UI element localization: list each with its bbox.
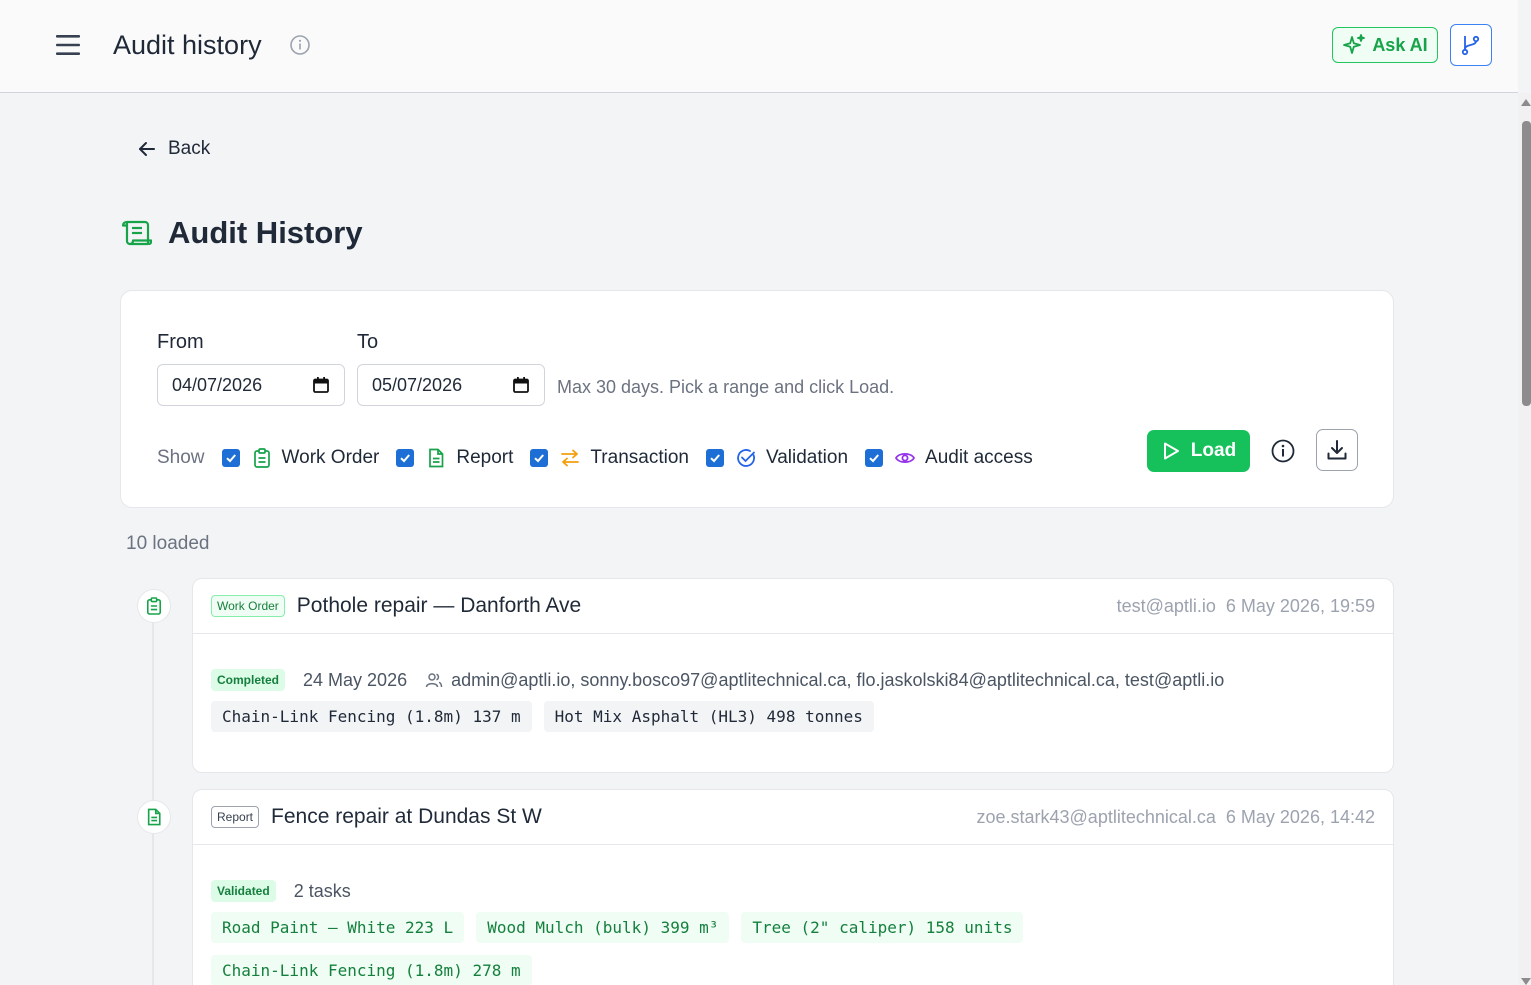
entry-status-row: Validated 2 tasks [211,880,1375,902]
download-button[interactable] [1316,429,1358,471]
type-badge: Work Order [211,595,285,617]
material-chip: Hot Mix Asphalt (HL3) 498 tonnes [543,701,874,732]
scroll-thumb[interactable] [1522,121,1531,406]
checkbox-transaction[interactable] [530,449,549,467]
page-scrollbar[interactable] [1518,93,1531,985]
clipboard-icon [146,597,162,615]
filter-label-audit-access: Audit access [925,447,1033,468]
materials-list: Chain-Link Fencing (1.8m) 137 m Hot Mix A… [211,701,1375,732]
calendar-icon[interactable] [512,376,530,394]
checkbox-work-order[interactable] [221,449,240,467]
ask-ai-button[interactable]: Ask AI [1332,27,1438,63]
filter-label-validation: Validation [765,447,849,468]
filter-card: From To 04/07/2026 05/07/2026 Max 30 day… [120,290,1394,508]
to-date-value: 05/07/2026 [372,374,463,395]
page-heading: Audit History [120,215,363,251]
material-chip: Road Paint – White 223 L [211,912,465,943]
range-hint: Max 30 days. Pick a range and click Load… [557,377,895,397]
load-button[interactable]: Load [1147,430,1250,472]
entry-user: test@aptli.io [1116,596,1216,616]
entry-header: Report Fence repair at Dundas St W zoe.s… [193,790,1393,845]
arrow-left-icon [139,142,155,156]
page-title: Audit History [168,215,363,250]
entry-header: Work Order Pothole repair — Danforth Ave… [193,579,1393,634]
entry-status-row: Completed 24 May 2026 admin@aptli.io, so… [211,669,1375,691]
type-filter-row: Show Work Order Report Transaction Valid… [157,447,1050,469]
scroll-down-arrow-icon[interactable] [1521,978,1531,985]
hamburger-menu-icon[interactable] [54,32,82,58]
branch-button[interactable] [1450,24,1492,66]
back-button[interactable]: Back [136,138,210,160]
from-date-value: 04/07/2026 [172,374,263,395]
material-chip: Chain-Link Fencing (1.8m) 278 m [211,955,532,985]
ask-ai-label: Ask AI [1372,34,1428,55]
audit-entry[interactable]: Report Fence repair at Dundas St W zoe.s… [192,789,1394,985]
materials-list: Road Paint – White 223 L Wood Mulch (bulk… [211,912,1375,943]
timeline-dot-report [137,800,171,834]
swap-arrows-icon [560,448,580,468]
entry-due-date: 24 May 2026 [303,669,408,690]
material-chip: Wood Mulch (bulk) 399 m³ [476,912,730,943]
load-label: Load [1190,440,1237,461]
show-label: Show [157,447,205,468]
play-icon [1163,442,1179,460]
entry-meta: zoe.stark43@aptlitechnical.ca 6 May 2026,… [976,807,1375,828]
materials-list: Chain-Link Fencing (1.8m) 278 m [211,955,1375,985]
back-label: Back [168,138,211,159]
entry-user: zoe.stark43@aptlitechnical.ca [976,807,1216,827]
from-date-input[interactable]: 04/07/2026 [157,364,345,406]
git-branch-icon [1461,35,1480,56]
app-title: Audit history [113,30,262,60]
info-icon[interactable] [1270,438,1296,464]
users-icon [425,673,443,688]
entry-body: Completed 24 May 2026 admin@aptli.io, so… [193,669,1393,732]
to-date-input[interactable]: 05/07/2026 [357,364,545,406]
scroll-up-arrow-icon[interactable] [1521,99,1531,106]
entry-meta: test@aptli.io 6 May 2026, 19:59 [1117,596,1375,617]
material-chip: Chain-Link Fencing (1.8m) 137 m [211,701,532,732]
checkbox-audit-access[interactable] [865,449,884,467]
loaded-count: 10 loaded [126,533,210,554]
sparkles-icon [1343,34,1366,54]
to-label: To [357,331,379,353]
calendar-icon[interactable] [312,376,330,394]
material-chip: Tree (2" caliper) 158 units [741,912,1024,943]
eye-icon [895,448,916,468]
filter-label-transaction: Transaction [590,447,689,468]
entry-title: Fence repair at Dundas St W [271,805,542,828]
scroll-icon [121,220,152,246]
from-label: From [157,331,204,353]
document-icon [147,808,161,826]
status-badge: Completed [211,669,286,691]
audit-entry[interactable]: Work Order Pothole repair — Danforth Ave… [192,578,1394,773]
entry-assignees: admin@aptli.io, sonny.bosco97@aptlitechn… [451,669,1225,690]
filter-label-report: Report [456,447,514,468]
type-badge: Report [211,806,260,828]
check-circle-icon [736,448,756,468]
document-icon [426,448,446,468]
download-icon [1327,440,1347,460]
entry-body: Validated 2 tasks Road Paint – White 223… [193,880,1393,985]
filter-label-work-order: Work Order [281,447,380,468]
checkbox-validation[interactable] [705,449,724,467]
top-bar: Audit history Ask AI [0,0,1518,93]
timeline-dot-work-order [137,589,171,623]
clipboard-icon [252,448,272,468]
entry-task-count: 2 tasks [293,880,351,901]
status-badge: Validated [211,880,276,902]
entry-timestamp: 6 May 2026, 19:59 [1225,596,1375,616]
info-icon[interactable] [289,34,311,56]
entry-timestamp: 6 May 2026, 14:42 [1225,807,1375,827]
checkbox-report[interactable] [396,449,415,467]
entry-title: Pothole repair — Danforth Ave [296,594,582,617]
